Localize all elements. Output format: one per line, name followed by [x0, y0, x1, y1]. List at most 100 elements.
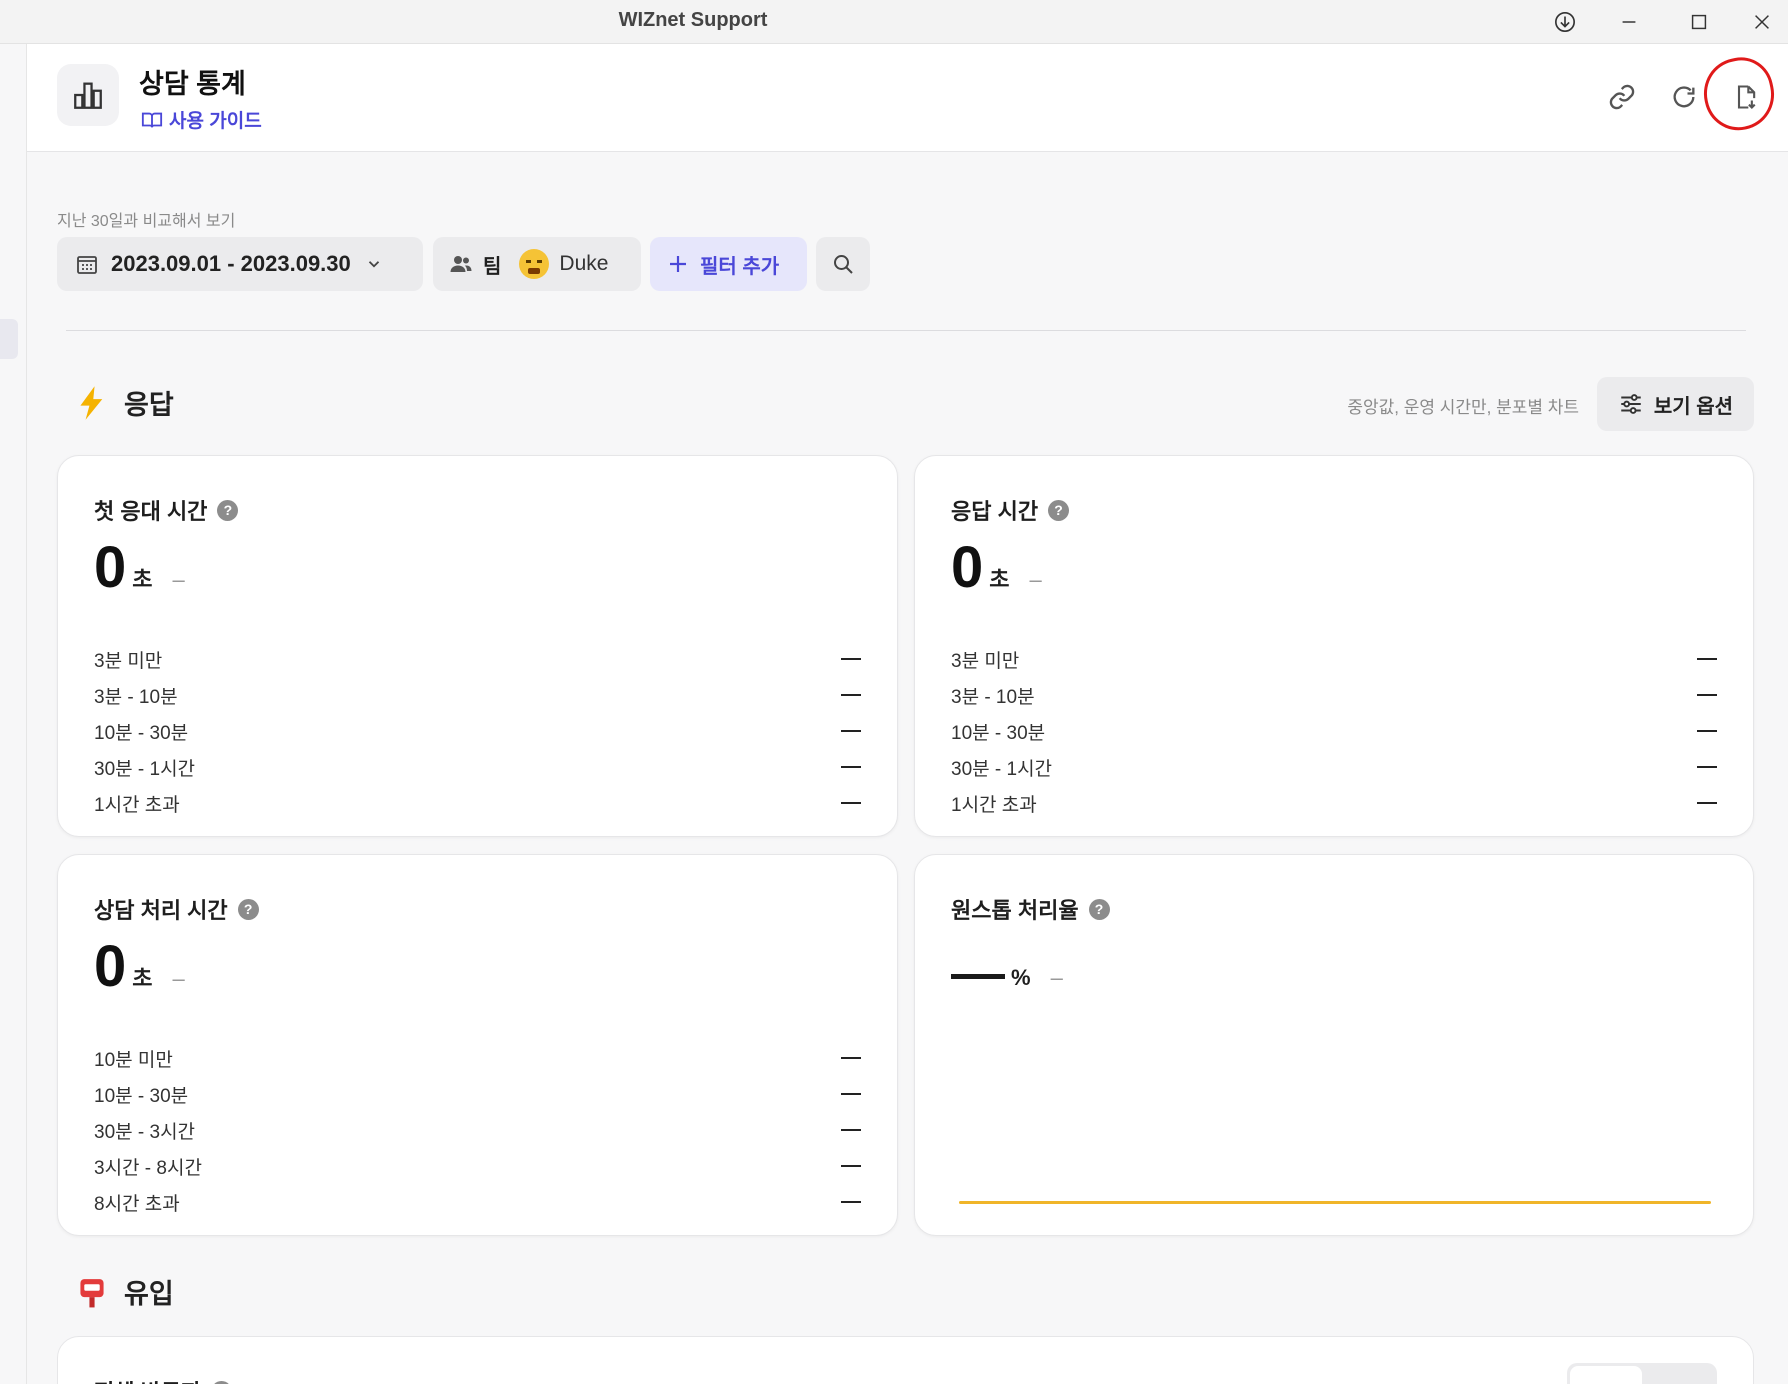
section-divider [66, 330, 1746, 331]
empty-dash [841, 766, 861, 768]
list-item: 30분 - 1시간 [94, 749, 861, 785]
user-guide-link[interactable]: 사용 가이드 [141, 106, 262, 133]
one-stop-rate-title-text: 원스톱 처리율 [951, 898, 1079, 923]
minimize-icon [1622, 21, 1636, 23]
response-time-value: 0 초 – [951, 534, 1042, 601]
first-response-card: 첫 응대 시간 ? 0 초 – 3분 미만 3분 - 10분 10분 - 30분… [57, 455, 898, 837]
handling-time-title-text: 상담 처리 시간 [94, 898, 228, 923]
total-visitors-title-text: 전체 방문자 [94, 1375, 201, 1384]
row-label: 3시간 - 8시간 [94, 1157, 202, 1179]
row-label: 30분 - 1시간 [94, 758, 196, 780]
sliders-icon [1621, 394, 1641, 414]
empty-dash [1697, 694, 1717, 696]
link-icon [1609, 84, 1635, 110]
minimize-button[interactable] [1596, 0, 1662, 44]
help-icon[interactable]: ? [1088, 898, 1110, 920]
handling-time-card: 상담 처리 시간 ? 0 초 – 10분 미만 10분 - 30분 30분 - … [57, 854, 898, 1236]
sidebar-active-marker[interactable] [0, 319, 18, 359]
list-item: 10분 - 30분 [951, 713, 1717, 749]
refresh-button[interactable] [1661, 74, 1707, 120]
list-item: 10분 - 30분 [94, 713, 861, 749]
distribution-list: 10분 미만 10분 - 30분 30분 - 3시간 3시간 - 8시간 8시간… [94, 1040, 861, 1220]
empty-dash [1697, 766, 1717, 768]
search-button[interactable] [816, 237, 870, 291]
rate-chart-line [959, 1201, 1711, 1204]
empty-dash [841, 1093, 861, 1095]
row-label: 3분 미만 [951, 650, 1020, 672]
response-time-title: 응답 시간 ? [951, 494, 1070, 526]
row-label: 1시간 초과 [94, 794, 180, 816]
maximize-icon [1691, 14, 1707, 30]
view-options-button[interactable]: 보기 옵션 [1597, 377, 1754, 431]
download-icon [1555, 12, 1575, 32]
list-item: 1시간 초과 [94, 785, 861, 821]
distribution-list: 3분 미만 3분 - 10분 10분 - 30분 30분 - 1시간 1시간 초… [94, 641, 861, 821]
list-item: 3분 미만 [951, 641, 1717, 677]
inflow-section-title: 유입 [124, 1279, 174, 1309]
row-label: 1시간 초과 [951, 794, 1037, 816]
mailbox-icon [80, 1278, 104, 1307]
add-filter-button[interactable]: 필터 추가 [650, 237, 807, 291]
calendar-icon [77, 256, 97, 274]
book-icon [141, 112, 163, 128]
total-visitors-title: 전체 방문자 ? [94, 1375, 233, 1384]
row-label: 8시간 초과 [94, 1193, 180, 1215]
list-item: 3분 미만 [94, 641, 861, 677]
list-item: 3분 - 10분 [951, 677, 1717, 713]
add-filter-label: 필터 추가 [700, 255, 780, 278]
list-item: 30분 - 1시간 [951, 749, 1717, 785]
copy-link-button[interactable] [1599, 74, 1645, 120]
row-label: 10분 - 30분 [951, 722, 1046, 744]
empty-dash [1697, 658, 1717, 660]
list-item: 10분 미만 [94, 1040, 861, 1076]
team-name: Duke [559, 252, 609, 275]
row-label: 30분 - 1시간 [951, 758, 1053, 780]
row-label: 3분 - 10분 [94, 686, 178, 708]
empty-dash [841, 1201, 861, 1203]
window-title-bar: WIZnet Support [0, 0, 1788, 44]
one-stop-rate-card: 원스톱 처리율 ? % – [914, 854, 1754, 1236]
help-icon[interactable]: ? [1048, 499, 1070, 521]
user-guide-label: 사용 가이드 [169, 111, 262, 132]
empty-dash [841, 1057, 861, 1059]
chevron-down-icon [368, 261, 379, 268]
value-unit: 초 [132, 966, 153, 991]
row-label: 10분 - 30분 [94, 722, 189, 744]
team-emoji-icon [519, 249, 550, 279]
bar-chart-icon [74, 82, 102, 109]
response-section-header: 응답 [76, 383, 174, 422]
period-toggle[interactable]: 일 주 [1567, 1363, 1717, 1384]
row-label: 3분 미만 [94, 650, 163, 672]
left-sidebar-strip [0, 44, 27, 1384]
view-options-label: 보기 옵션 [1653, 395, 1734, 418]
list-item: 10분 - 30분 [94, 1076, 861, 1112]
date-range-picker[interactable]: 2023.09.01 - 2023.09.30 [57, 237, 423, 291]
list-item: 1시간 초과 [951, 785, 1717, 821]
window-title: WIZnet Support [618, 9, 768, 31]
toggle-day[interactable]: 일 [1570, 1366, 1642, 1384]
toggle-week[interactable]: 주 [1645, 1378, 1717, 1384]
close-button[interactable] [1736, 0, 1788, 44]
first-response-title: 첫 응대 시간 ? [94, 494, 239, 526]
help-icon[interactable]: ? [217, 499, 239, 521]
help-icon[interactable]: ? [211, 1380, 233, 1384]
plus-icon [670, 256, 686, 272]
list-item: 3분 - 10분 [94, 677, 861, 713]
handling-time-value: 0 초 – [94, 933, 185, 1000]
team-label: 팀 [483, 255, 502, 278]
empty-value-bar [951, 974, 1005, 979]
empty-dash [841, 730, 861, 732]
value-delta: – [1050, 965, 1063, 990]
value-number: 0 [951, 535, 984, 600]
compare-label: 지난 30일과 비교해서 보기 [57, 213, 236, 230]
page-title: 상담 통계 [139, 69, 246, 99]
refresh-icon [1673, 86, 1695, 108]
download-button[interactable] [1532, 0, 1598, 44]
row-label: 3분 - 10분 [951, 686, 1035, 708]
maximize-button[interactable] [1666, 0, 1732, 44]
value-unit: 초 [132, 567, 153, 592]
help-icon[interactable]: ? [237, 898, 259, 920]
team-filter-chip[interactable]: 팀 Duke [433, 237, 641, 291]
list-item: 8시간 초과 [94, 1184, 861, 1220]
lightning-icon [80, 385, 103, 420]
